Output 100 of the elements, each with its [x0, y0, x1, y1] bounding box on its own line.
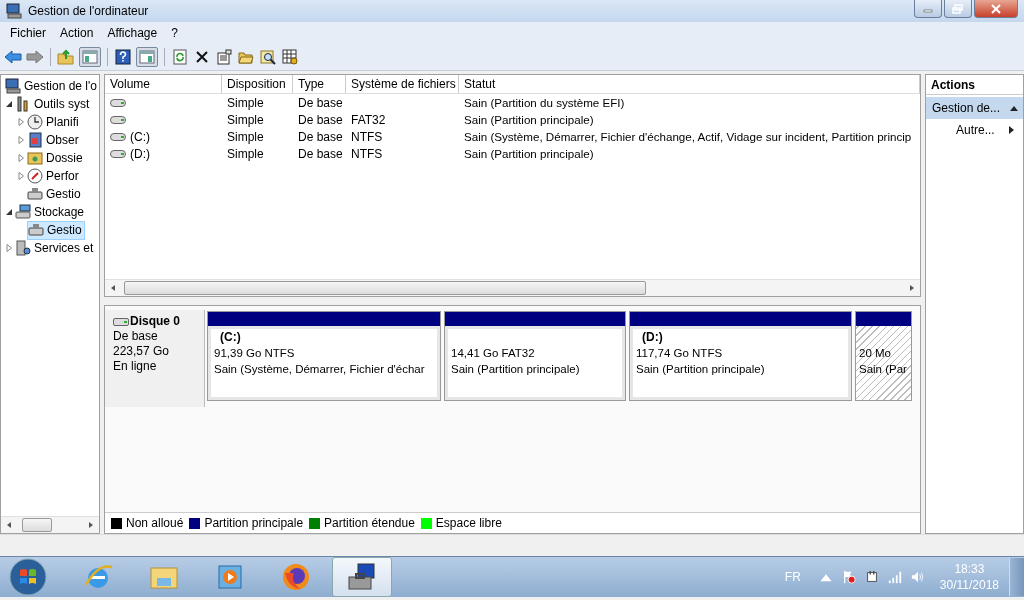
- partition-size: 20 Mo: [859, 346, 892, 361]
- partition-status: Sain (Partition principale): [451, 362, 581, 377]
- delete-icon[interactable]: [193, 49, 211, 65]
- tree-item[interactable]: Dossie: [27, 149, 85, 167]
- menu-item[interactable]: Affichage: [100, 26, 165, 40]
- table-cell-text: Sain (Système, Démarrer, Fichier d'échange, Actif, Vidage sur incident, Partition princip: [463, 130, 913, 143]
- table-cell-text: Sain (Partition principale): [463, 147, 595, 160]
- scroll-right-icon[interactable]: [87, 521, 95, 529]
- table-cell-text: Simple: [226, 146, 265, 161]
- partition-block[interactable]: 14,41 Go FAT32 Sain (Partition principale): [444, 311, 626, 401]
- minimize-button[interactable]: [914, 0, 942, 18]
- folder-up-icon[interactable]: [57, 49, 75, 65]
- legend-label: Partition principale: [204, 516, 304, 530]
- column-header[interactable]: Statut: [459, 75, 920, 93]
- console-tree-toggle[interactable]: [79, 47, 101, 67]
- tree-item[interactable]: Obser: [27, 131, 81, 149]
- legend-label: Espace libre: [435, 516, 502, 530]
- expand-arrow-icon[interactable]: [17, 172, 25, 180]
- tree-item[interactable]: Gestio: [27, 220, 85, 240]
- signal-bars-icon[interactable]: [887, 570, 902, 584]
- partition-name: (D:): [641, 329, 664, 345]
- refresh-icon[interactable]: [171, 49, 189, 65]
- maximize-button[interactable]: [944, 0, 972, 18]
- actions-section[interactable]: Gestion de...: [926, 97, 1023, 119]
- column-header[interactable]: Disposition: [222, 75, 293, 93]
- column-header[interactable]: Type: [293, 75, 346, 93]
- speaker-icon[interactable]: [910, 570, 925, 584]
- horizontal-scrollbar[interactable]: [1, 516, 99, 533]
- expand-arrow-icon[interactable]: [17, 118, 25, 126]
- partition-block[interactable]: 20 Mo Sain (Par: [855, 311, 912, 401]
- help-icon[interactable]: [114, 49, 132, 65]
- partition-status: Sain (Partition principale): [636, 362, 766, 377]
- drive-icon: [110, 98, 126, 107]
- table-cell-text: Sain (Partition principale): [463, 113, 595, 126]
- tree-item[interactable]: Planifi: [27, 113, 81, 131]
- table-cell-text: Sain (Partition du système EFI): [463, 96, 626, 109]
- expand-arrow-icon[interactable]: [5, 244, 13, 252]
- action-pane-toggle[interactable]: [136, 47, 158, 67]
- legend-label: Partition étendue: [324, 516, 415, 530]
- clock-icon: [27, 114, 43, 130]
- menu-item[interactable]: ?: [164, 26, 185, 40]
- scroll-right-icon[interactable]: [908, 284, 916, 292]
- collapse-arrow-icon[interactable]: [5, 208, 13, 216]
- tree-item[interactable]: Gestio: [27, 185, 83, 203]
- partition-block[interactable]: (D:) 117,74 Go NTFS Sain (Partition principale): [629, 311, 852, 401]
- menu-item[interactable]: Action: [53, 26, 101, 40]
- partition-size: 117,74 Go NTFS: [636, 346, 724, 361]
- column-header[interactable]: Système de fichiers: [346, 75, 459, 93]
- computer-icon: [5, 78, 21, 94]
- gauge-icon: [27, 168, 43, 184]
- collapse-arrow-icon[interactable]: [5, 100, 13, 108]
- tree-item[interactable]: Outils syst: [15, 95, 92, 113]
- more-actions-link[interactable]: Autre...: [926, 119, 1023, 141]
- show-desktop-button[interactable]: [1009, 558, 1024, 596]
- grid-settings-icon[interactable]: [281, 49, 299, 65]
- disk-size: 223,57 Go: [113, 344, 171, 359]
- partition-status: Sain (Par: [859, 362, 908, 377]
- power-plug-icon[interactable]: [864, 570, 879, 584]
- tools-icon: [15, 96, 31, 112]
- partition-name: (C:): [219, 329, 242, 345]
- table-cell-text: De base: [297, 146, 344, 161]
- start-button[interactable]: [8, 557, 48, 597]
- scroll-left-icon[interactable]: [109, 284, 117, 292]
- expand-arrow-icon[interactable]: [17, 136, 25, 144]
- table-cell-text: De base: [297, 129, 344, 144]
- notebook-icon: [27, 132, 43, 148]
- table-cell: (D:): [130, 146, 150, 161]
- restore-icon: [952, 3, 964, 14]
- drive-icon: [110, 115, 126, 124]
- disk-info-panel[interactable]: Disque 0 De base 223,57 Go En ligne: [105, 310, 205, 407]
- tree-item[interactable]: Stockage: [15, 203, 87, 221]
- partition-status: Sain (Système, Démarrer, Fichier d'échar: [214, 362, 426, 377]
- flag-icon[interactable]: [841, 570, 856, 584]
- partition-block[interactable]: (C:) 91,39 Go NTFS Sain (Système, Démarrer, Fichier d'échar: [207, 311, 441, 401]
- forward-arrow-icon[interactable]: [26, 49, 44, 65]
- scroll-left-icon[interactable]: [5, 521, 13, 529]
- taskbar-toolbox-button[interactable]: [332, 557, 392, 597]
- tree-item[interactable]: Gestion de l'o: [5, 77, 99, 95]
- properties-icon[interactable]: [215, 49, 233, 65]
- column-header[interactable]: Volume: [105, 75, 222, 93]
- fox-globe-icon: [280, 561, 312, 593]
- toolbox-computer-icon: [346, 561, 378, 593]
- tree-item[interactable]: Perfor: [27, 167, 81, 185]
- search-icon[interactable]: [259, 49, 277, 65]
- table-cell-text: De base: [297, 95, 344, 110]
- partition-size: 91,39 Go NTFS: [214, 346, 296, 361]
- expand-arrow-icon[interactable]: [17, 154, 25, 162]
- partition-size: 14,41 Go FAT32: [451, 346, 536, 361]
- menu-item[interactable]: Fichier: [3, 26, 53, 40]
- table-cell-text: Simple: [226, 112, 265, 127]
- disk-name: Disque 0: [130, 314, 180, 329]
- horizontal-scrollbar[interactable]: [105, 279, 920, 296]
- table-cell-text: De base: [297, 112, 344, 127]
- back-arrow-icon[interactable]: [4, 49, 22, 65]
- window-title: Gestion de l'ordinateur: [28, 4, 149, 18]
- close-button[interactable]: [974, 0, 1018, 18]
- close-icon: [990, 3, 1002, 14]
- table-cell-text: Simple: [226, 95, 265, 110]
- folder-icon: [27, 150, 43, 166]
- tree-item[interactable]: Services et: [15, 239, 96, 257]
